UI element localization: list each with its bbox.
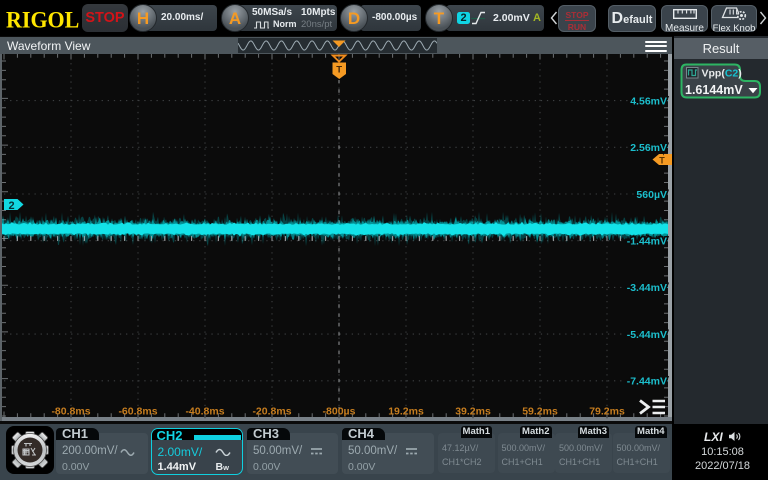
svg-text:79.2ms: 79.2ms <box>589 406 625 418</box>
svg-text:-40.8ms: -40.8ms <box>185 406 224 418</box>
svg-text:59.2ms: 59.2ms <box>522 406 558 418</box>
svg-text:2: 2 <box>8 200 14 212</box>
svg-text:-60.8ms: -60.8ms <box>118 406 157 418</box>
svg-text:T: T <box>659 156 665 166</box>
svg-text:-80.8ms: -80.8ms <box>51 406 90 418</box>
svg-text:-5.44mV: -5.44mV <box>627 329 667 341</box>
svg-text:1.6144mV: 1.6144mV <box>685 83 743 97</box>
svg-text:Vpp(C2): Vpp(C2) <box>702 68 742 80</box>
svg-text:-3.44mV: -3.44mV <box>627 282 667 294</box>
svg-text:T: T <box>336 65 342 76</box>
svg-text:39.2ms: 39.2ms <box>455 406 491 418</box>
svg-text:4.56mV: 4.56mV <box>630 95 667 107</box>
svg-text:-1.44mV: -1.44mV <box>627 236 667 248</box>
svg-text:560µV: 560µV <box>636 189 667 201</box>
svg-text:2.56mV: 2.56mV <box>630 142 667 154</box>
svg-text:19.2ms: 19.2ms <box>388 406 424 418</box>
svg-text:-20.8ms: -20.8ms <box>252 406 291 418</box>
svg-text:-800µs: -800µs <box>323 406 356 418</box>
svg-text:-7.44mV: -7.44mV <box>627 376 667 388</box>
